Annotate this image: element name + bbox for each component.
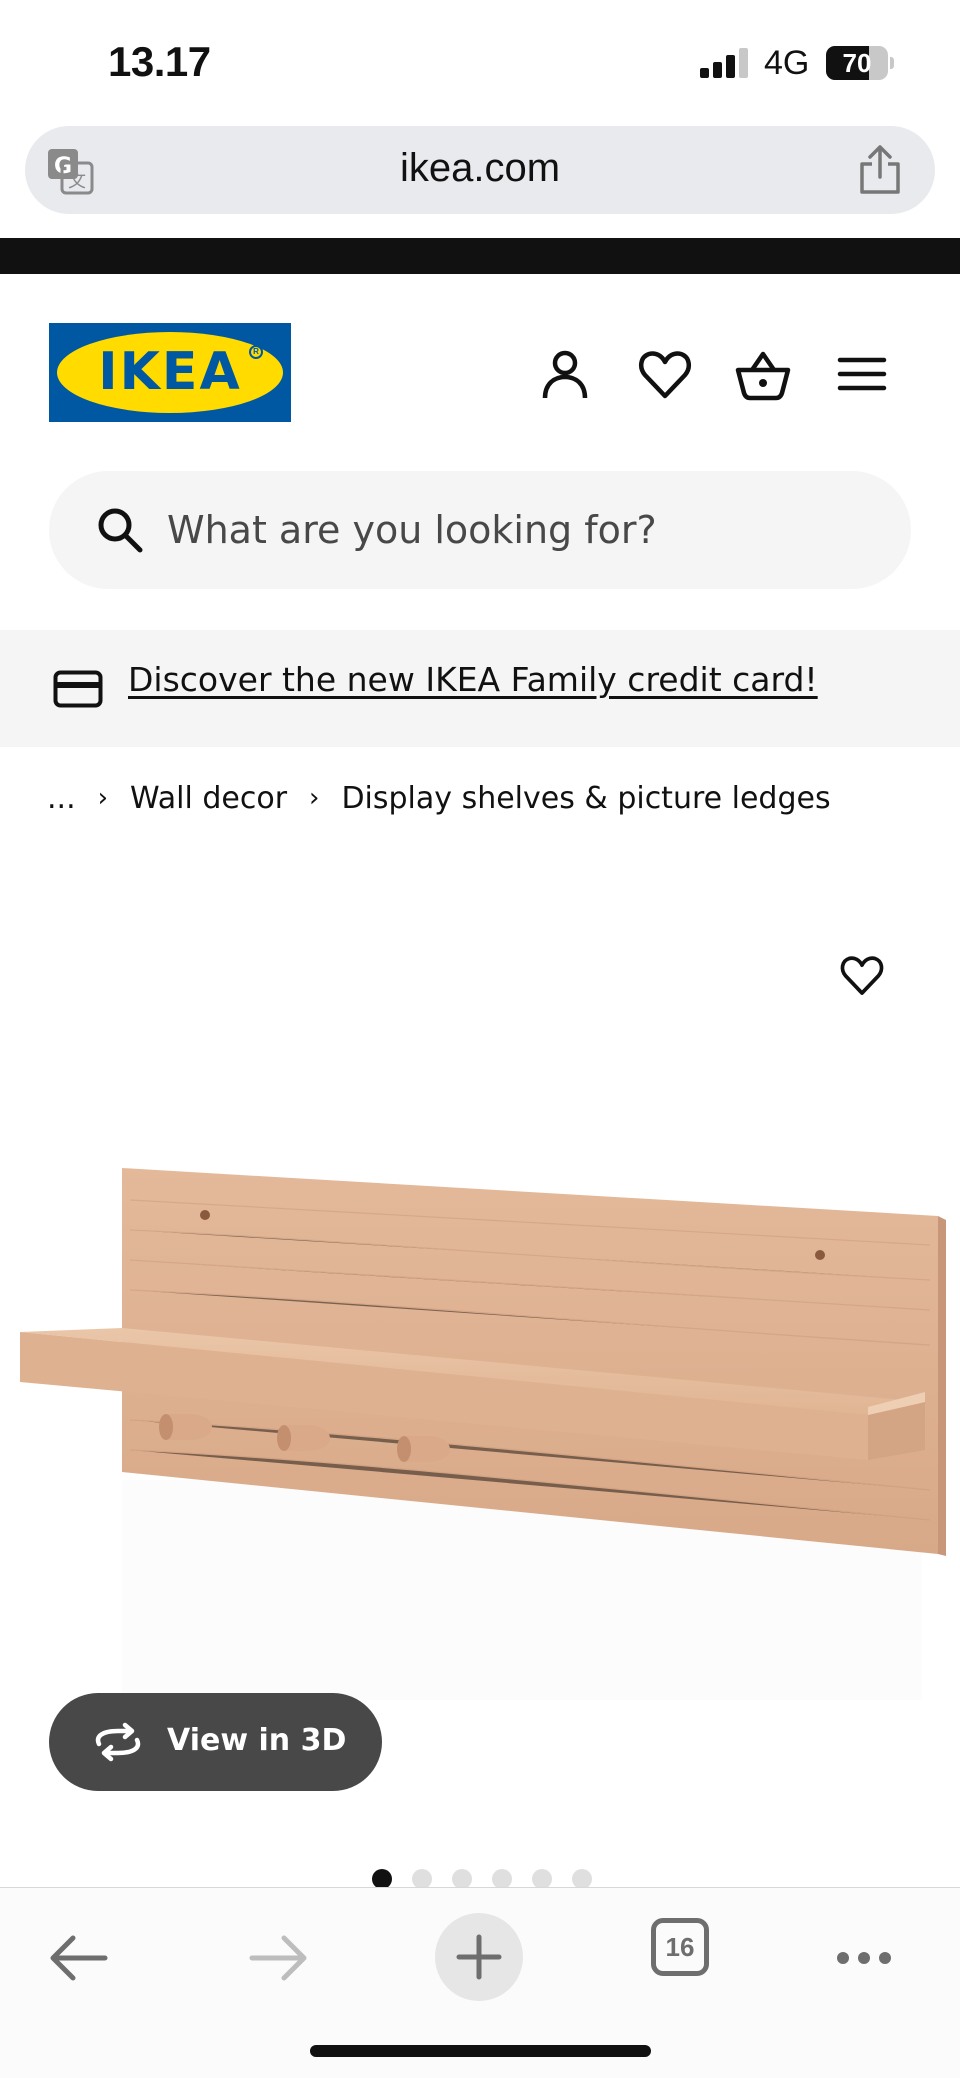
battery-percent: 70	[842, 48, 872, 78]
image-carousel-dots	[372, 1869, 592, 1889]
signal-icon	[700, 48, 748, 78]
search-bar[interactable]	[49, 471, 911, 589]
menu-icon[interactable]	[834, 346, 890, 402]
more-options-icon[interactable]	[829, 1930, 899, 1986]
promo-banner: Discover the new IKEA Family credit card…	[0, 630, 960, 747]
breadcrumb-item-display-shelves[interactable]: Display shelves & picture ledges	[341, 781, 830, 816]
carousel-dot[interactable]	[452, 1869, 472, 1889]
new-tab-button[interactable]	[435, 1913, 523, 2001]
heart-icon[interactable]	[637, 346, 693, 402]
status-time: 13.17	[108, 38, 211, 85]
basket-icon[interactable]	[735, 346, 791, 402]
plus-icon	[456, 1934, 502, 1980]
search-icon	[98, 508, 143, 553]
forward-arrow-icon[interactable]	[244, 1930, 314, 1986]
chevron-right-icon: ›	[309, 783, 320, 813]
account-icon[interactable]	[537, 346, 593, 402]
carousel-dot[interactable]	[412, 1869, 432, 1889]
favourite-heart-icon[interactable]	[838, 952, 886, 998]
network-type: 4G	[764, 44, 810, 82]
chevron-right-icon: ›	[97, 783, 109, 813]
view-in-3d-button[interactable]: View in 3D	[49, 1693, 382, 1791]
address-bar[interactable]: G 文 ikea.com	[25, 126, 935, 214]
view-in-3d-label: View in 3D	[167, 1723, 347, 1758]
carousel-dot[interactable]	[492, 1869, 512, 1889]
url-text[interactable]: ikea.com	[25, 146, 935, 191]
logo-text: IKEA	[98, 342, 242, 402]
ikea-logo[interactable]: IKEA R	[49, 323, 291, 422]
credit-card-link[interactable]: Discover the new IKEA Family credit card…	[128, 660, 818, 699]
battery-icon: 70	[826, 46, 894, 80]
carousel-dot[interactable]	[372, 1869, 392, 1889]
breadcrumb-ellipsis[interactable]: ...	[47, 781, 76, 816]
carousel-dot[interactable]	[572, 1869, 592, 1889]
carousel-dot[interactable]	[532, 1869, 552, 1889]
product-image[interactable]	[0, 1120, 960, 1720]
rotate-3d-icon	[95, 1722, 141, 1762]
breadcrumb: ... › Wall decor › Display shelves & pic…	[47, 778, 831, 818]
share-icon[interactable]	[857, 144, 903, 196]
search-input[interactable]	[167, 493, 867, 567]
status-bar: 13.17 4G 70	[0, 0, 960, 120]
back-arrow-icon[interactable]	[43, 1930, 113, 1986]
breadcrumb-item-wall-decor[interactable]: Wall decor	[130, 781, 287, 816]
home-indicator	[310, 2045, 651, 2057]
top-strip	[0, 238, 960, 274]
tab-switcher-button[interactable]: 16	[651, 1918, 709, 1976]
credit-card-icon	[53, 670, 103, 708]
